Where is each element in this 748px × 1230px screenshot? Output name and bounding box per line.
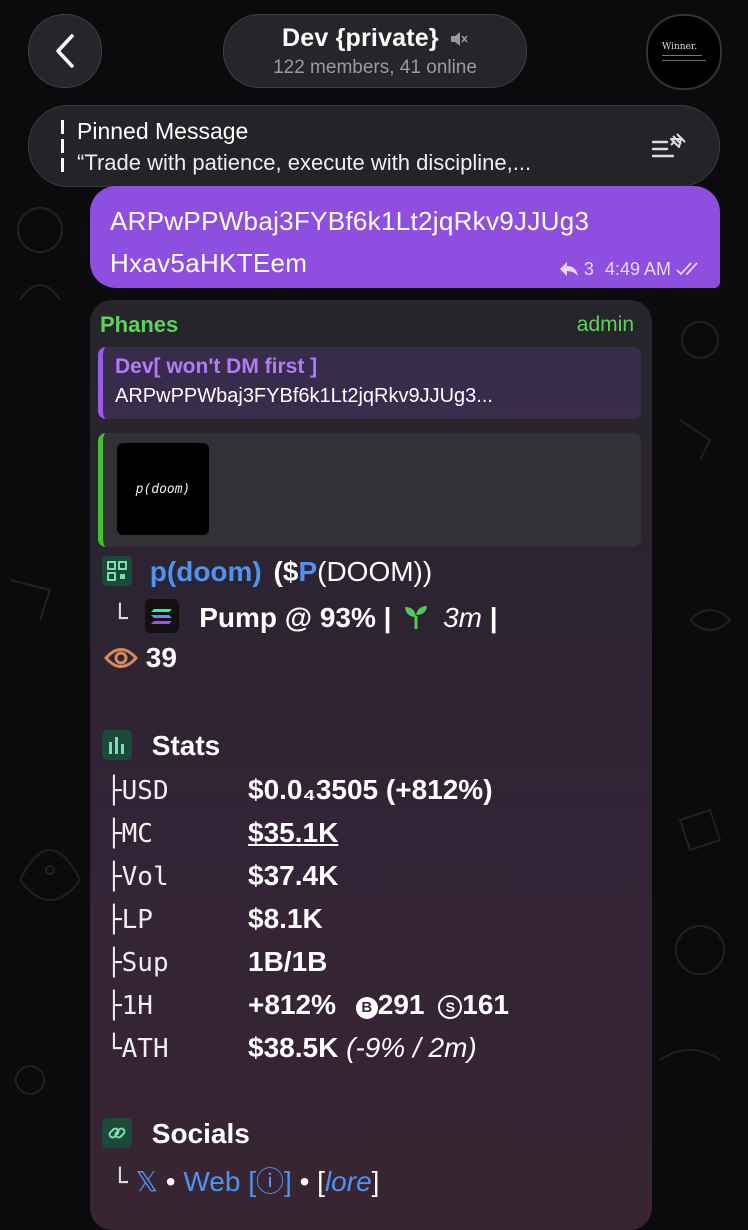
socials-title: Socials	[151, 1118, 250, 1149]
ticker-link[interactable]: P	[298, 556, 317, 587]
chat-title: Dev {private}	[281, 24, 439, 52]
pump-status: Pump @ 93% |	[199, 602, 392, 633]
stat-value: $37.4K	[248, 860, 339, 891]
lore-link[interactable]: lore	[325, 1166, 372, 1197]
pinned-message-bar[interactable]: Pinned Message “Trade with patience, exe…	[28, 105, 720, 187]
stat-value: $38.5K	[248, 1032, 339, 1063]
stat-key: ├USD	[106, 776, 169, 806]
stat-key: ├Vol	[106, 862, 169, 892]
reply-quote[interactable]: Dev[ won't DM first ] ARPwPPWbaj3FYBf6k1…	[98, 347, 641, 419]
pinned-indicator	[61, 120, 64, 172]
stat-row-lp: ├LP $8.1K	[106, 903, 323, 935]
lore-open: [	[317, 1166, 325, 1197]
dot-separator: •	[299, 1166, 310, 1197]
token-age: 3m	[443, 602, 482, 633]
avatar-line	[662, 60, 706, 61]
chevron-left-icon	[56, 34, 74, 68]
stats-heading: Stats	[102, 730, 220, 762]
age-separator: |	[489, 602, 498, 633]
stats-title: Stats	[151, 730, 221, 761]
stat-key: ├MC	[106, 819, 153, 849]
preview-thumbnail-text: p(doom)	[135, 481, 191, 497]
info-link[interactable]: [ⓘ]	[248, 1166, 292, 1197]
address-line-1: ARPwPPWbaj3FYBf6k1Lt2jqRkv9JJUg3	[110, 206, 590, 236]
chat-title-row: Dev {private}	[224, 24, 526, 53]
stat-value: $0.0₄3505 (+812%)	[248, 774, 493, 805]
qr-code-icon	[102, 556, 132, 586]
sender-name[interactable]: Phanes	[100, 312, 178, 338]
solana-icon	[145, 599, 180, 633]
sells-count: 161	[462, 989, 509, 1020]
avatar-text: Winner.	[662, 42, 698, 52]
link-icon	[102, 1118, 132, 1148]
pinned-text: “Trade with patience, execute with disci…	[77, 150, 532, 175]
stat-row-vol: ├Vol $37.4K	[106, 860, 338, 892]
views-line: 39	[103, 642, 177, 674]
ath-change: (-9% / 2m)	[346, 1032, 477, 1063]
message-meta: 3 4:49 AM	[559, 259, 702, 280]
ticker-open: ($	[273, 556, 299, 587]
socials-heading: Socials	[102, 1118, 250, 1150]
socials-line: └ 𝕏 • Web [ⓘ] • [lore]	[102, 1160, 379, 1200]
chat-subtitle: 122 members, 41 online	[273, 57, 477, 78]
views-count: 39	[145, 642, 177, 673]
stat-row-mc: ├MC $35.1K	[106, 817, 338, 849]
reply-icon	[559, 262, 578, 276]
link-preview[interactable]: p(doom)	[98, 433, 641, 547]
chat-header: Dev {private} 122 members, 41 online Win…	[0, 0, 748, 100]
avatar-line	[662, 55, 702, 56]
lore-close: ]	[371, 1166, 380, 1197]
token-name-link[interactable]: p(doom)	[150, 556, 262, 587]
bar-chart-icon	[102, 730, 132, 760]
buys-count: 291	[377, 989, 425, 1020]
reply-count: 3	[583, 259, 594, 279]
pump-line: └ Pump @ 93% | 3m |	[102, 599, 498, 634]
buys-icon: B	[355, 997, 378, 1019]
muted-icon	[451, 32, 468, 46]
dot-separator: •	[165, 1166, 176, 1197]
outgoing-message-bubble[interactable]: ARPwPPWbaj3FYBf6k1Lt2jqRkv9JJUg3 Hxav5aH…	[90, 186, 720, 288]
pinned-list-icon[interactable]	[651, 132, 687, 160]
stat-row-1h: ├1H +812% B 291 S 161	[106, 989, 509, 1021]
tree-branch: └	[112, 604, 128, 634]
preview-thumbnail: p(doom)	[117, 443, 209, 535]
stat-row-usd: ├USD $0.0₄3505 (+812%)	[106, 774, 493, 806]
stat-key: ├Sup	[106, 948, 169, 978]
stat-value: 1B/1B	[248, 946, 328, 977]
token-line: p(doom) ($P(DOOM))	[102, 556, 432, 588]
stat-row-sup: ├Sup 1B/1B	[106, 946, 327, 978]
market-cap-link[interactable]: $35.1K	[248, 817, 338, 848]
stat-key: ├1H	[106, 991, 153, 1021]
seedling-icon	[405, 606, 428, 629]
ticker-rest: (DOOM))	[317, 556, 433, 587]
sells-icon: S	[438, 995, 463, 1019]
chat-title-pill[interactable]: Dev {private} 122 members, 41 online	[223, 14, 527, 88]
double-check-icon	[676, 262, 698, 276]
reply-quote-text: ARPwPPWbaj3FYBf6k1Lt2jqRkv9JJUg3...	[115, 385, 493, 407]
eye-icon	[103, 648, 139, 668]
x-link[interactable]: 𝕏	[135, 1166, 158, 1197]
reply-quote-author: Dev[ won't DM first ]	[115, 355, 318, 378]
web-link[interactable]: Web	[183, 1166, 240, 1197]
socials-branch: └	[112, 1168, 128, 1198]
message-time: 4:49 AM	[604, 259, 671, 279]
stat-value: +812%	[248, 989, 336, 1020]
back-button[interactable]	[28, 14, 102, 88]
incoming-message-bubble[interactable]: Phanes admin Dev[ won't DM first ] ARPwP…	[90, 300, 652, 1230]
chat-avatar[interactable]: Winner.	[646, 14, 722, 90]
stat-value: $8.1K	[248, 903, 323, 934]
admin-badge: admin	[576, 313, 634, 336]
stat-key: ├LP	[106, 905, 153, 935]
stat-key: └ATH	[106, 1034, 169, 1064]
stat-row-ath: └ATH $38.5K (-9% / 2m)	[106, 1032, 477, 1064]
pinned-label: Pinned Message	[77, 118, 249, 144]
